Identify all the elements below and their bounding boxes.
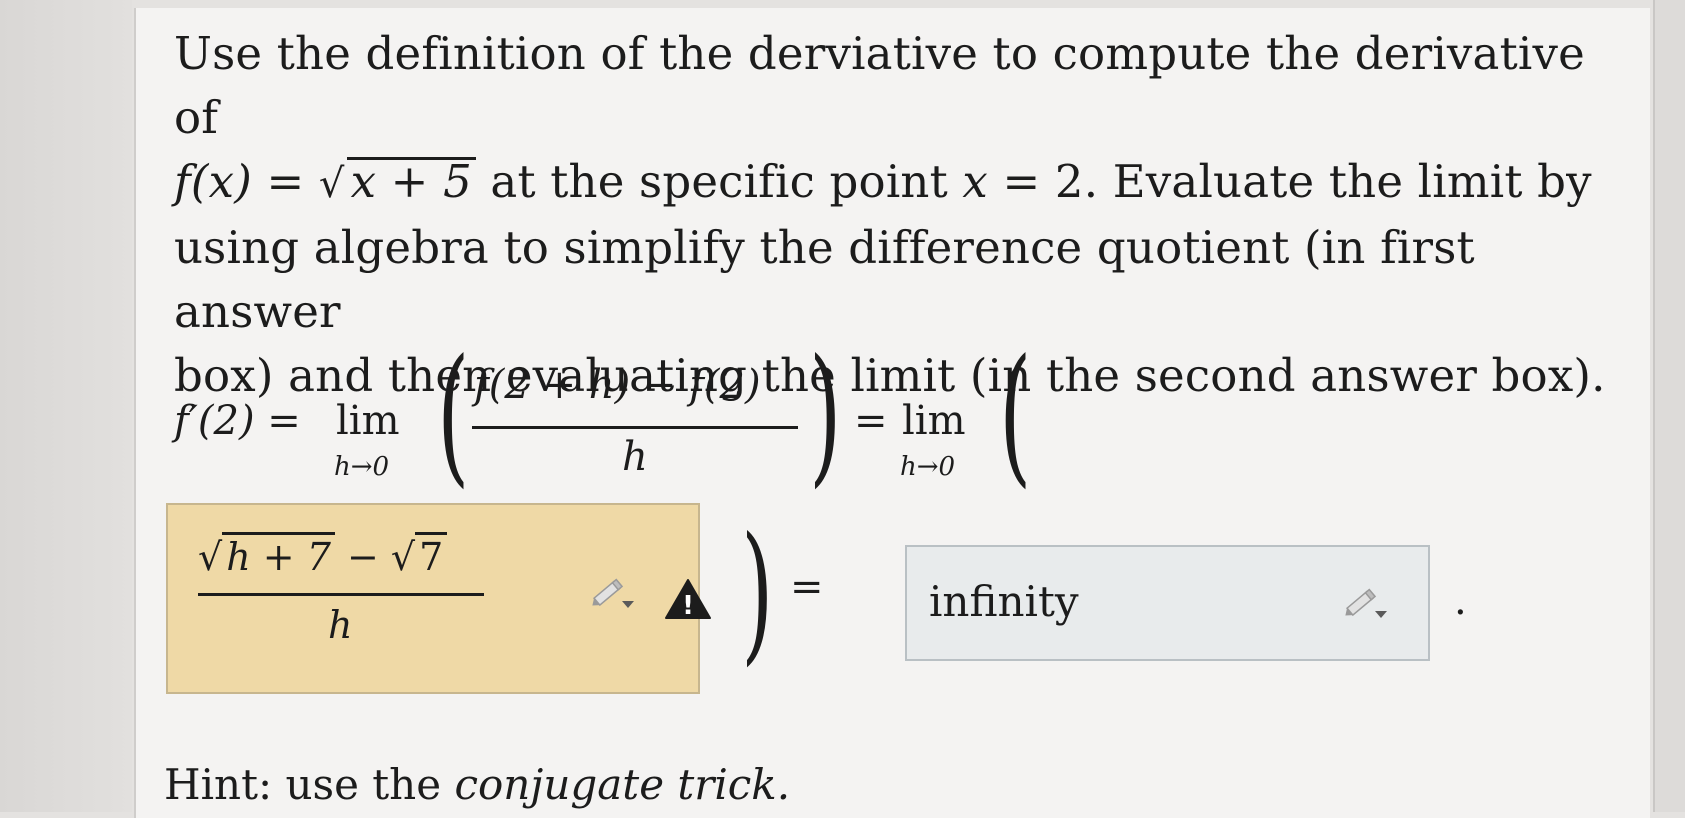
scrollbar-track[interactable]: [1653, 0, 1685, 812]
fraction-bar: [472, 426, 798, 429]
answer1-denominator: h: [328, 603, 353, 647]
lim-sub-1: h→0: [334, 452, 390, 482]
equals-sign-1: =: [854, 398, 888, 444]
diff-quotient-numerator: f(2 + h) − f(2): [474, 362, 761, 408]
background-left: [0, 0, 132, 812]
answer1-fraction-bar: [198, 593, 484, 596]
point-var: x: [962, 155, 988, 208]
derivative-equation: f′(2) = lim h→0 ( f(2 + h) − f(2) h ) = …: [174, 328, 1614, 516]
lim-label-1: lim: [336, 398, 400, 444]
question-card: Use the definition of the derviative to …: [134, 8, 1650, 818]
hint-prefix: Hint: use the: [164, 760, 442, 809]
equals-sign-2: =: [790, 564, 824, 610]
answer1-sqrt-b: 7: [415, 532, 448, 579]
lim-label-2: lim: [902, 398, 966, 444]
equation-lhs: f′(2) =: [174, 398, 301, 444]
question-line-3: using algebra to simplify the difference…: [174, 221, 1475, 338]
answer2-value[interactable]: infinity: [929, 577, 1079, 626]
function-def: f(x) =: [174, 155, 305, 208]
answer-box-2[interactable]: infinity: [905, 545, 1430, 661]
close-paren-1: ): [809, 328, 842, 502]
sqrt-symbol: √: [318, 161, 345, 207]
point-text: at the specific point: [490, 155, 948, 208]
answer1-minus: −: [346, 535, 379, 579]
open-paren-1: (: [437, 328, 470, 502]
sqrt-radicand: x + 5: [346, 157, 476, 204]
question-line-2: f(x) = √ x + 5 at the specific point x = …: [174, 150, 1614, 216]
question-line-1: Use the definition of the derviative to …: [174, 27, 1585, 144]
close-paren-2: ): [741, 506, 774, 680]
period: .: [1454, 578, 1467, 624]
warning-glyph: !: [682, 591, 694, 620]
answer1-sqrt-a: h + 7: [222, 532, 335, 579]
diff-quotient-denominator: h: [622, 434, 648, 480]
hint-text: Hint: use the conjugate trick.: [164, 760, 790, 809]
open-paren-2: (: [999, 328, 1032, 502]
hint-emphasis: conjugate trick.: [454, 760, 791, 809]
sqrt-symbol-b: √: [390, 535, 416, 579]
pencil-dropdown-icon[interactable]: [1341, 583, 1391, 623]
lim-sub-2: h→0: [900, 452, 956, 482]
sqrt-symbol-a: √: [198, 535, 223, 579]
pencil-dropdown-icon[interactable]: [588, 573, 638, 613]
answer-box-1[interactable]: √ h + 7 − √ 7 h: [166, 503, 700, 694]
question-text: Use the definition of the derviative to …: [174, 22, 1614, 408]
point-value-text: = 2. Evaluate the limit by: [1002, 155, 1592, 208]
warning-icon[interactable]: !: [664, 578, 712, 620]
answer1-numerator: √ h + 7 − √ 7: [198, 532, 448, 579]
